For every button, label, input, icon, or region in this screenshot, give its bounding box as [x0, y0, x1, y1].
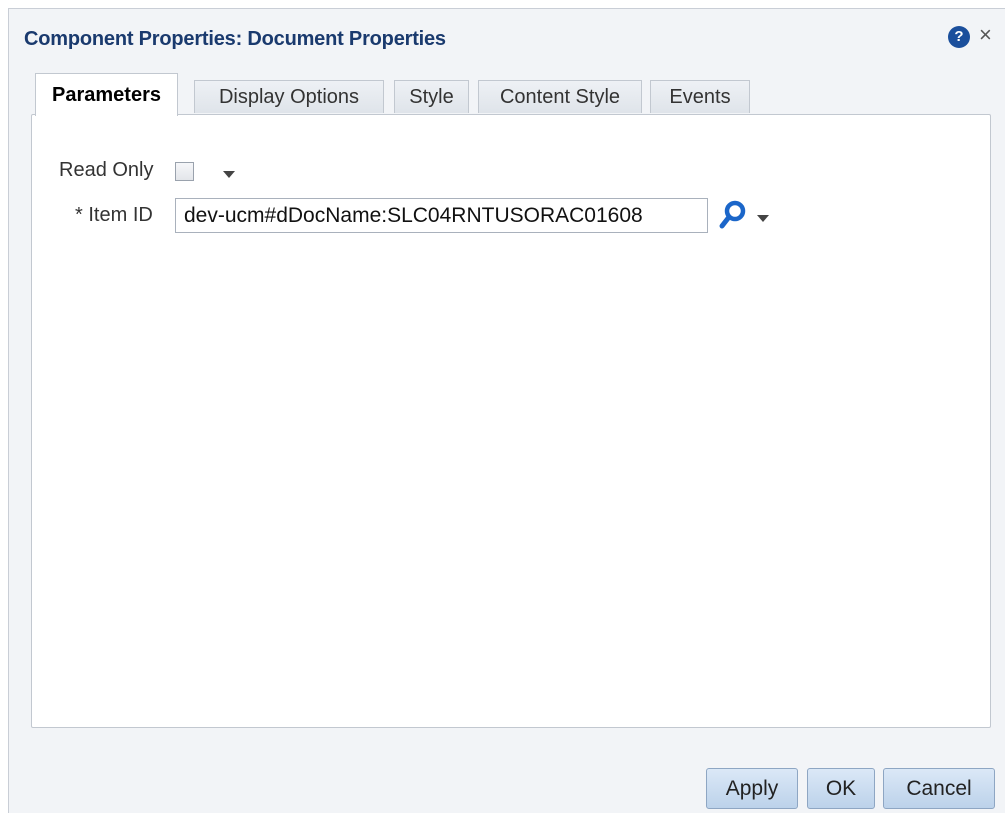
search-icon[interactable]: [718, 198, 748, 232]
tab-events[interactable]: Events: [650, 80, 750, 113]
read-only-label: Read Only: [59, 159, 154, 181]
tab-content-style[interactable]: Content Style: [478, 80, 642, 113]
item-id-label: * Item ID: [75, 204, 153, 227]
close-icon[interactable]: ×: [979, 22, 992, 48]
item-id-dropdown-icon[interactable]: [757, 215, 769, 222]
tab-parameters[interactable]: Parameters: [35, 73, 178, 116]
read-only-checkbox[interactable]: [175, 162, 194, 181]
help-icon[interactable]: ?: [948, 26, 970, 48]
ok-button[interactable]: OK: [807, 768, 875, 809]
component-properties-dialog: Component Properties: Document Propertie…: [8, 8, 1005, 813]
read-only-dropdown-icon[interactable]: [223, 171, 235, 178]
tab-style[interactable]: Style: [394, 80, 469, 113]
apply-button[interactable]: Apply: [706, 768, 798, 809]
item-id-label-text: Item ID: [88, 204, 153, 226]
item-id-field[interactable]: dev-ucm#dDocName:SLC04RNTUSORAC01608: [175, 198, 708, 233]
required-marker: *: [75, 204, 83, 226]
cancel-button[interactable]: Cancel: [883, 768, 995, 809]
tab-display-options[interactable]: Display Options: [194, 80, 384, 113]
dialog-title: Component Properties: Document Propertie…: [24, 28, 446, 50]
